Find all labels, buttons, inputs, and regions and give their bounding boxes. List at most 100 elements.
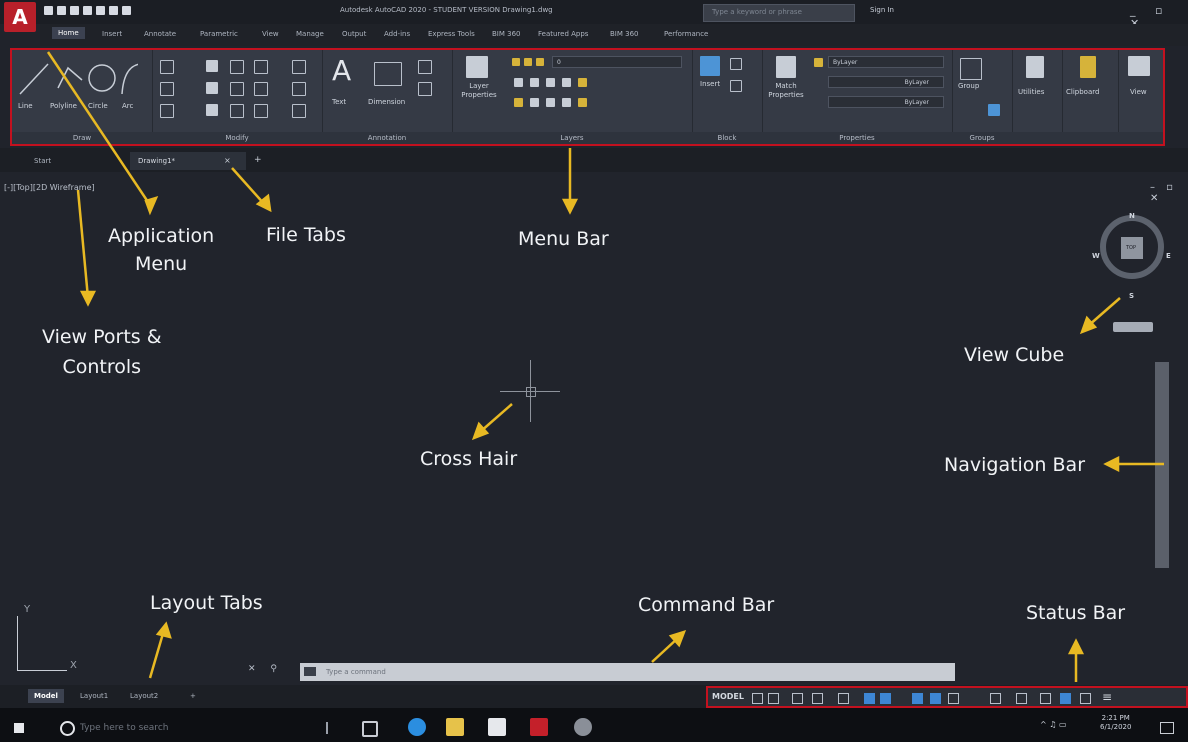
save-as-icon[interactable]: [83, 6, 92, 15]
tab-insert[interactable]: Insert: [102, 30, 122, 38]
sign-in-link[interactable]: Sign In: [870, 6, 894, 14]
snap-icon[interactable]: [768, 693, 779, 704]
move-icon[interactable]: [206, 60, 218, 72]
properties-panel-footer[interactable]: Properties: [762, 132, 952, 144]
modify-panel-footer[interactable]: Modify: [152, 132, 322, 144]
tab-add-ins[interactable]: Add-ins: [384, 30, 410, 38]
text-tool[interactable]: Text: [332, 98, 346, 106]
layer-tool-5-icon[interactable]: [578, 78, 587, 87]
isodraft-icon[interactable]: [838, 693, 849, 704]
taskbar-search[interactable]: Type here to search: [58, 718, 308, 740]
open-icon[interactable]: [57, 6, 66, 15]
view-icon[interactable]: [1128, 56, 1150, 76]
save-icon[interactable]: [70, 6, 79, 15]
customization-menu-icon[interactable]: ≡: [1102, 690, 1112, 704]
create-block-icon[interactable]: [730, 58, 742, 70]
file-explorer-icon[interactable]: [446, 718, 464, 736]
stretch-icon[interactable]: [206, 104, 218, 116]
copy-icon[interactable]: [206, 82, 218, 94]
hatch-icon[interactable]: [160, 82, 174, 96]
layer-tool-2-icon[interactable]: [530, 78, 539, 87]
wcs-menu-button[interactable]: [1113, 322, 1153, 332]
tab-annotate[interactable]: Annotate: [144, 30, 176, 38]
layer-tool-10-icon[interactable]: [578, 98, 587, 107]
command-input[interactable]: Type a command: [326, 663, 386, 681]
tab-featured-apps[interactable]: Featured Apps: [538, 30, 588, 38]
annotation-visibility-icon[interactable]: [912, 693, 923, 704]
autocad-taskbar-icon[interactable]: [530, 718, 548, 736]
layer-tool-4-icon[interactable]: [562, 78, 571, 87]
groups-panel-footer[interactable]: Groups: [952, 132, 1012, 144]
tab-performance[interactable]: Performance: [664, 30, 708, 38]
rectangle-icon[interactable]: [160, 60, 174, 74]
undo-icon[interactable]: [109, 6, 118, 15]
polyline-tool[interactable]: Polyline: [50, 102, 77, 110]
color-dropdown[interactable]: ByLayer: [828, 56, 944, 68]
dimension-tool[interactable]: Dimension: [368, 98, 405, 106]
new-icon[interactable]: [44, 6, 53, 15]
insert-block-icon[interactable]: [700, 56, 720, 76]
group-icon[interactable]: [960, 58, 982, 80]
viewport-controls[interactable]: [-][Top][2D Wireframe]: [4, 183, 95, 192]
store-icon[interactable]: [488, 718, 506, 736]
mirror-icon[interactable]: [230, 82, 244, 96]
redo-icon[interactable]: [122, 6, 131, 15]
fillet-icon[interactable]: [254, 82, 268, 96]
layout-tab-add[interactable]: +: [184, 689, 202, 703]
group-selection-icon[interactable]: [988, 104, 1000, 116]
file-tab-start[interactable]: Start: [26, 152, 59, 170]
clipboard-icon[interactable]: [1080, 56, 1096, 78]
polar-icon[interactable]: [812, 693, 823, 704]
model-space-button[interactable]: MODEL: [712, 692, 744, 701]
annotation-scale-icon[interactable]: [948, 693, 959, 704]
erase-icon[interactable]: [292, 60, 306, 74]
layout-tab-layout1[interactable]: Layout1: [74, 689, 114, 703]
layer-tool-8-icon[interactable]: [546, 98, 555, 107]
windows-start-icon[interactable]: [14, 723, 24, 733]
offset-icon[interactable]: [292, 104, 306, 118]
rotate-icon[interactable]: [230, 60, 244, 74]
workspace-gear-icon[interactable]: [990, 693, 1001, 704]
command-line[interactable]: Type a command: [300, 663, 955, 681]
insert-tool[interactable]: Insert: [700, 80, 720, 88]
notification-icon[interactable]: [1160, 722, 1174, 734]
tab-output[interactable]: Output: [342, 30, 366, 38]
gradient-icon[interactable]: [160, 104, 174, 118]
view-tool[interactable]: View: [1130, 88, 1147, 96]
taskbar-clock[interactable]: 2:21 PM 6/1/2020: [1100, 714, 1131, 732]
text-icon[interactable]: A: [332, 54, 351, 87]
clipboard-tool[interactable]: Clipboard: [1066, 88, 1099, 96]
view-panel-footer[interactable]: [1118, 132, 1163, 144]
draw-panel-footer[interactable]: Draw: [12, 132, 152, 144]
line-tool[interactable]: Line: [18, 102, 33, 110]
utilities-panel-footer[interactable]: [1012, 132, 1062, 144]
clipboard-panel-footer[interactable]: [1062, 132, 1118, 144]
plot-icon[interactable]: [96, 6, 105, 15]
layer-dropdown[interactable]: 0: [552, 56, 682, 68]
tab-bim360-2[interactable]: BIM 360: [610, 30, 639, 38]
table-icon[interactable]: [418, 82, 432, 96]
system-tray[interactable]: ^ ♫ ▭: [1040, 720, 1067, 729]
auto-scale-icon[interactable]: [930, 693, 941, 704]
command-bar-controls[interactable]: ✕ ⚲: [248, 664, 283, 674]
edit-block-icon[interactable]: [730, 80, 742, 92]
block-panel-footer[interactable]: Block: [692, 132, 762, 144]
command-history-icon[interactable]: [304, 667, 316, 676]
layer-tool-3-icon[interactable]: [546, 78, 555, 87]
grid-icon[interactable]: [752, 693, 763, 704]
tab-view[interactable]: View: [262, 30, 279, 38]
circle-tool[interactable]: Circle: [88, 102, 108, 110]
navigation-bar[interactable]: [1155, 362, 1169, 568]
hardware-acceleration-icon[interactable]: [1060, 693, 1071, 704]
view-cube-face[interactable]: TOP: [1121, 237, 1143, 259]
isolate-objects-icon[interactable]: [1040, 693, 1051, 704]
layer-tool-9-icon[interactable]: [562, 98, 571, 107]
lineweight-dropdown[interactable]: ByLayer: [828, 96, 944, 108]
close-tab-icon[interactable]: ×: [224, 156, 231, 165]
match-properties-tool[interactable]: Match Properties: [764, 82, 808, 100]
trim-icon[interactable]: [254, 60, 268, 74]
edge-browser-icon[interactable]: [408, 718, 426, 736]
leader-icon[interactable]: [418, 60, 432, 74]
tab-express-tools[interactable]: Express Tools: [428, 30, 475, 38]
tab-bim360[interactable]: BIM 360: [492, 30, 521, 38]
